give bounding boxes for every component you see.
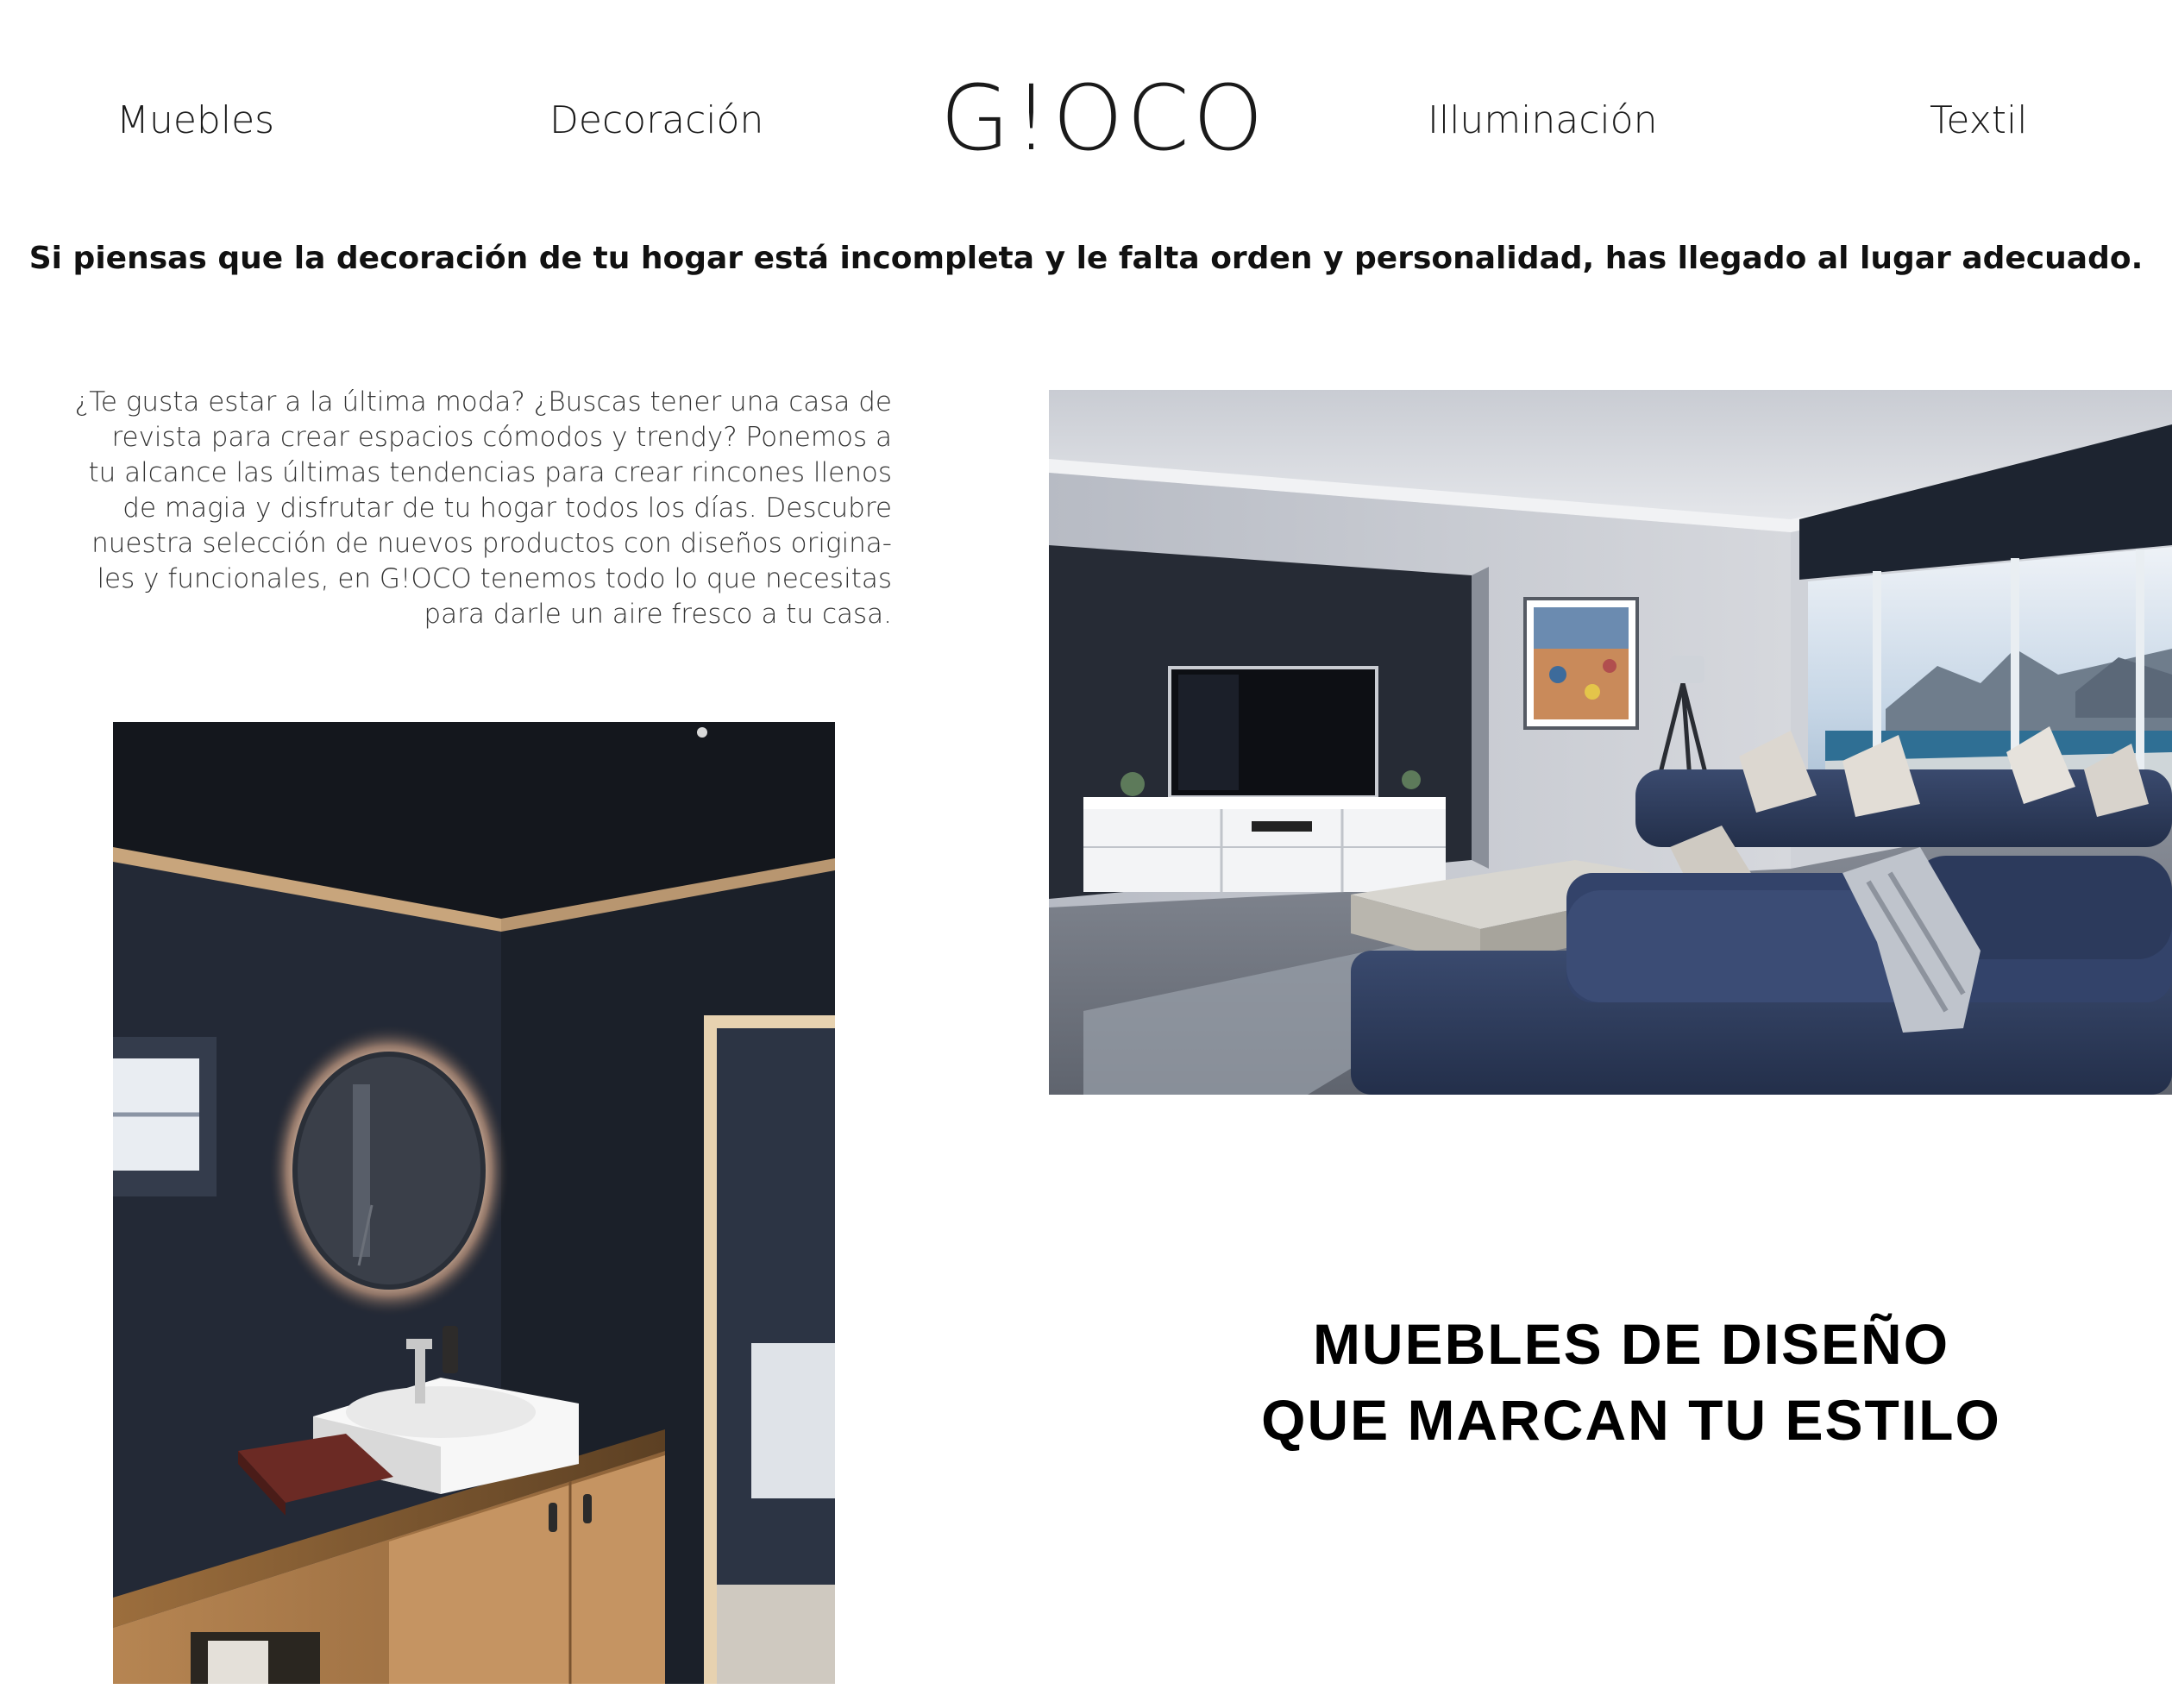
feature-headline: MUEBLES DE DISEÑO QUE MARCAN TU ESTILO: [1135, 1306, 2127, 1458]
intro-line: para darle un aire fresco a tu casa.: [424, 599, 892, 630]
intro-line: nuestra selección de nuevos productos co…: [91, 528, 892, 559]
intro-line: revista para crear espacios cómodos y tr…: [111, 422, 892, 453]
intro-line: de magia y disfrutar de tu hogar todos l…: [122, 493, 892, 524]
nav-link-textil[interactable]: Textil: [1930, 97, 2027, 145]
intro-paragraph: ¿Te gusta estar a la última moda? ¿Busca…: [60, 385, 892, 632]
intro-line: les y funcionales, en G!OCO tenemos todo…: [97, 563, 892, 594]
nav-link-decoracion[interactable]: Decoración: [549, 97, 763, 145]
bathroom-photo: [113, 722, 835, 1684]
intro-line: tu alcance las últimas tendencias para c…: [88, 457, 892, 488]
nav-link-iluminacion[interactable]: Illuminación: [1428, 97, 1657, 145]
brand-logo[interactable]: G!OCO: [940, 71, 1264, 166]
headline-line: MUEBLES DE DISEÑO: [1312, 1312, 1950, 1376]
headline-line: QUE MARCAN TU ESTILO: [1261, 1388, 2001, 1452]
tagline: Si piensas que la decoración de tu hogar…: [28, 241, 2144, 276]
living-room-photo: [1049, 390, 2172, 1095]
nav-link-muebles[interactable]: Muebles: [116, 97, 274, 145]
intro-line: ¿Te gusta estar a la última moda? ¿Busca…: [74, 386, 892, 418]
